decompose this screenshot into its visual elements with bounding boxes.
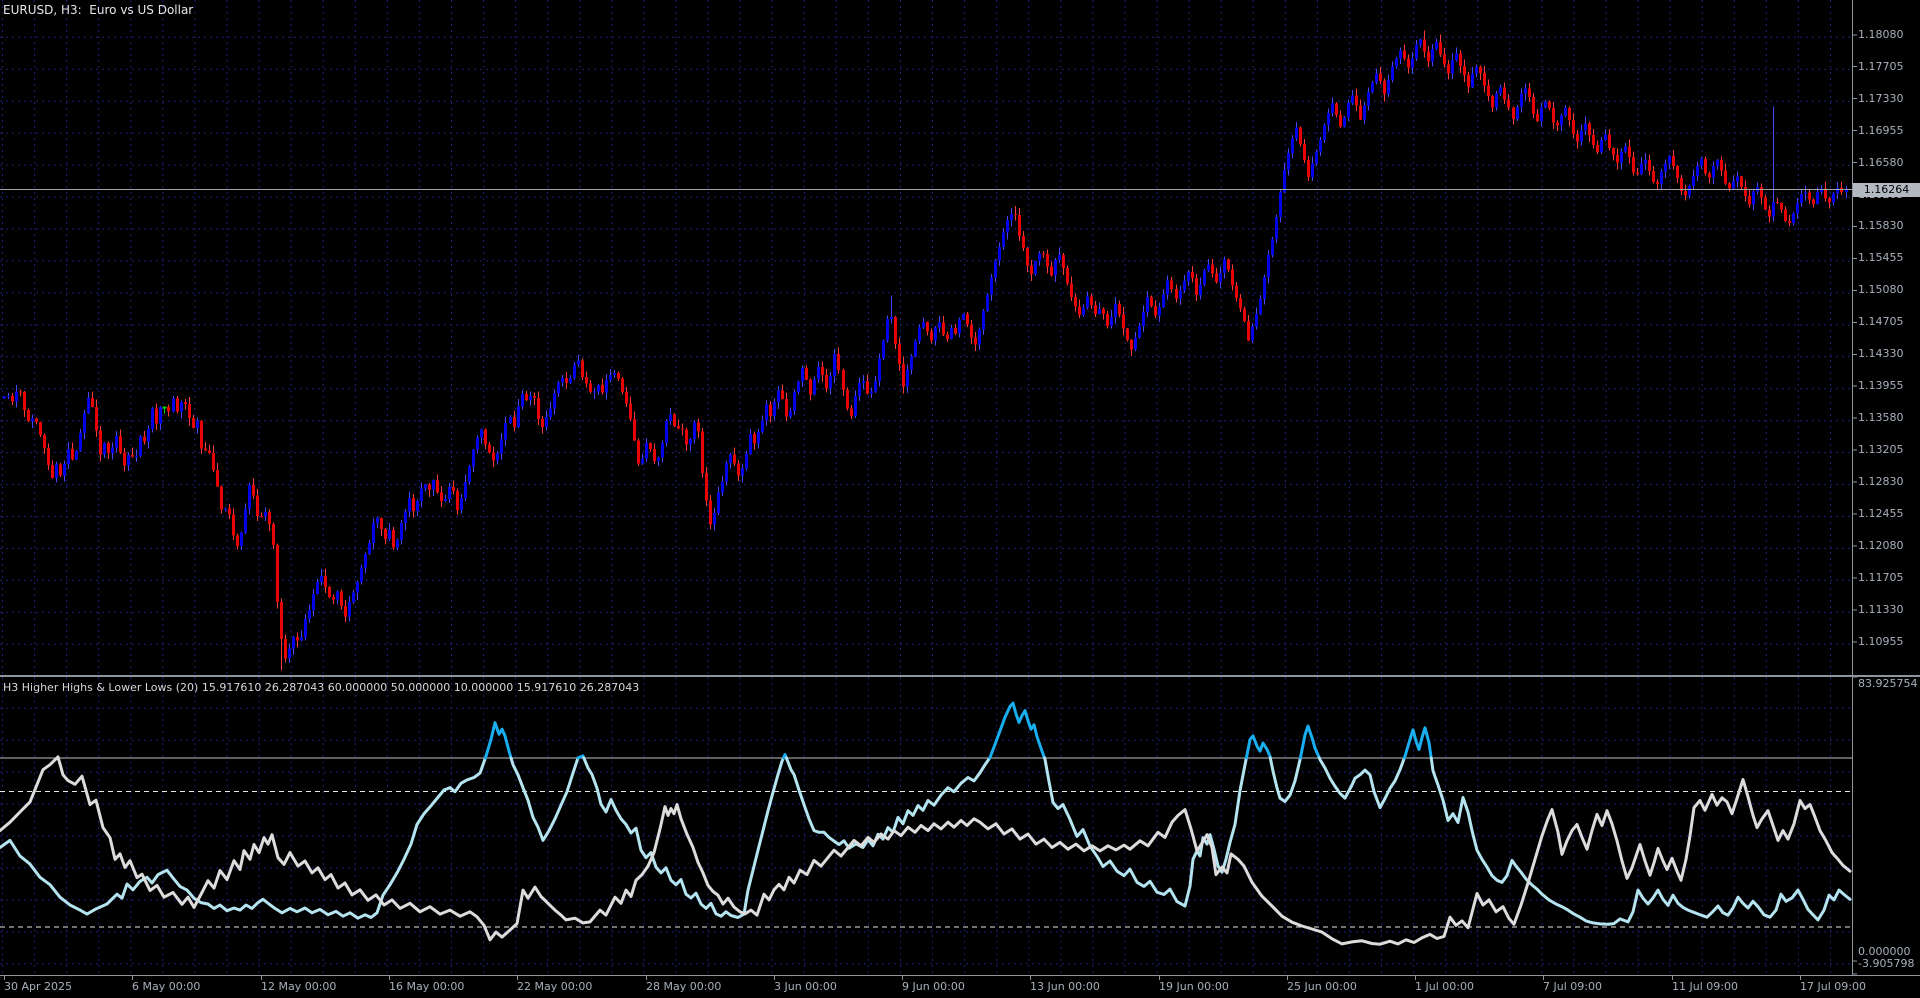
time-axis-label: 9 Jun 00:00: [902, 980, 965, 993]
time-axis-label: 17 Jul 09:00: [1800, 980, 1866, 993]
price-axis-label: 1.12080: [1858, 539, 1904, 552]
price-axis-label: 1.11330: [1858, 603, 1904, 616]
price-axis-label: 1.17705: [1858, 60, 1904, 73]
time-axis-label: 28 May 00:00: [646, 980, 722, 993]
window-frame: [0, 0, 1920, 980]
price-axis-label: 1.12455: [1858, 507, 1904, 520]
bull-wicks: [4, 38, 1847, 664]
doji-candles: [162, 406, 167, 414]
price-axis-label: 1.11705: [1858, 571, 1904, 584]
higher_highs-line: [784, 756, 992, 850]
time-axis-label: 11 Jul 09:00: [1672, 980, 1738, 993]
price-axis-label: 1.16580: [1858, 156, 1904, 169]
price-axis-label: 1.14330: [1858, 347, 1904, 360]
price-axis-label: 1.15080: [1858, 283, 1904, 296]
price-axis-label: 1.18080: [1858, 28, 1904, 41]
current-price-badge: 1.16264: [1853, 183, 1920, 197]
higher_highs-line: [988, 701, 1046, 760]
price-axis-label: 1.17330: [1858, 92, 1904, 105]
time-axis-label: 6 May 00:00: [132, 980, 201, 993]
bull-bodies: [3, 39, 1848, 659]
time-axis-label: 1 Jul 00:00: [1415, 980, 1474, 993]
price-axis-label: 1.15455: [1858, 251, 1904, 264]
higher_highs-line: [1298, 724, 1321, 760]
time-axis-label: 7 Jul 09:00: [1543, 980, 1602, 993]
price-axis-label: 1.12830: [1858, 475, 1904, 488]
time-axis-label: 22 May 00:00: [517, 980, 593, 993]
price-axis-label: 1.16955: [1858, 124, 1904, 137]
higher_highs-line: [582, 756, 785, 919]
price-axis-label: 1.10955: [1858, 635, 1904, 648]
indicator-levels: [0, 757, 1852, 928]
indicator-title: H3 Higher Highs & Lower Lows (20) 15.917…: [3, 681, 640, 694]
bear-bodies: [11, 39, 1843, 659]
higher_highs-line: [509, 756, 580, 842]
lower_lows-line: [0, 755, 1852, 946]
indicator-axis-label: -3.905798: [1858, 957, 1915, 970]
time-axis-label: 12 May 00:00: [261, 980, 337, 993]
time-axis-label: 30 Apr 2025: [4, 980, 73, 993]
mt5-chart-window: EURUSD, H3: Euro vs US Dollar H3 Higher …: [0, 0, 1920, 998]
chart-canvas[interactable]: [0, 0, 1920, 998]
indicator-axis-label: 83.925754: [1858, 677, 1918, 690]
price-axis-label: 1.14705: [1858, 315, 1904, 328]
time-axis-label: 25 Jun 00:00: [1287, 980, 1357, 993]
price-axis-label: 1.13205: [1858, 443, 1904, 456]
higher_highs-line: [1244, 734, 1272, 760]
chart-title: EURUSD, H3: Euro vs US Dollar: [3, 3, 194, 17]
higher_highs-line: [1402, 726, 1433, 760]
higher_highs-line: [1429, 756, 1852, 926]
candlestick-series: [3, 30, 1848, 671]
indicator-lines: [0, 701, 1852, 946]
time-axis-label: 3 Jun 00:00: [774, 980, 837, 993]
time-axis-label: 19 Jun 00:00: [1159, 980, 1229, 993]
price-axis-label: 1.13955: [1858, 379, 1904, 392]
time-axis-label: 13 Jun 00:00: [1030, 980, 1100, 993]
higher_highs-line: [1043, 756, 1248, 908]
bear-wicks: [12, 30, 1842, 671]
price-axis-label: 1.15830: [1858, 219, 1904, 232]
price-axis-label: 1.13580: [1858, 411, 1904, 424]
higher_highs-line: [1317, 756, 1406, 810]
time-axis-label: 16 May 00:00: [389, 980, 465, 993]
